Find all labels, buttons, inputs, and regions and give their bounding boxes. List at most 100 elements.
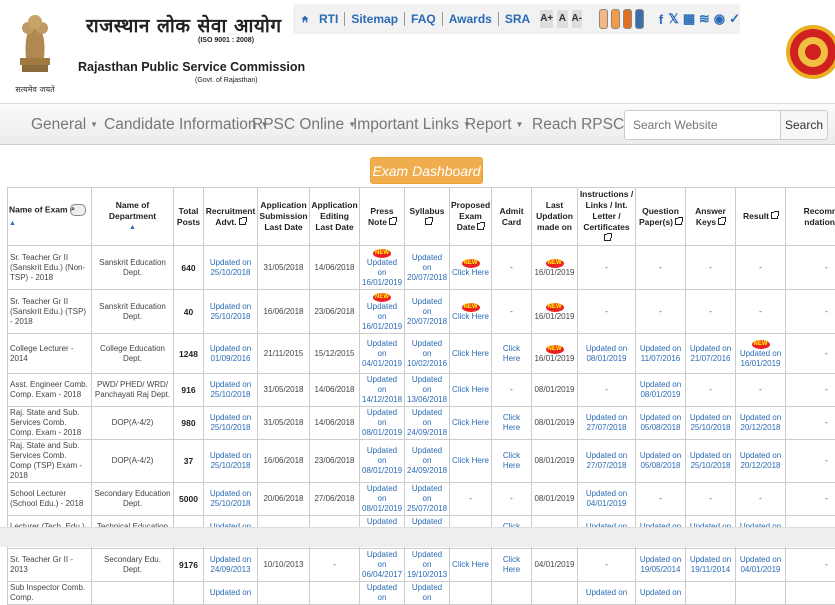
globe-icon[interactable]: ◉ (714, 11, 725, 27)
cell-link[interactable]: Updated on (640, 588, 681, 597)
sort-asc-icon[interactable]: ▲ (9, 220, 16, 227)
ashoka-emblem-icon[interactable] (12, 8, 58, 88)
cell-link[interactable]: Updated on (412, 583, 442, 602)
sitemap-link[interactable]: Sitemap (345, 12, 405, 26)
sort-asc-icon[interactable]: ▲ (93, 222, 172, 233)
cell-link[interactable]: Updated on06/04/2017 (362, 550, 402, 579)
table-cell[interactable]: Updated on (360, 582, 405, 605)
table-cell[interactable]: Updated on25/10/2018 (204, 440, 258, 483)
table-cell[interactable]: Updated on08/01/2019 (360, 407, 405, 440)
cell-link[interactable]: Updated on24/09/2018 (407, 408, 447, 437)
table-cell[interactable]: Click Here (450, 549, 492, 582)
nav-rpsc-online[interactable]: RPSC Online▼ (252, 116, 356, 134)
cell-link[interactable]: Updated on25/10/2018 (210, 258, 251, 277)
cell-link[interactable]: Updated on08/01/2019 (362, 446, 402, 475)
nav-general[interactable]: General▼ (31, 116, 98, 134)
column-header[interactable]: Name of Department▲ (92, 188, 174, 246)
external-link-icon[interactable] (604, 234, 611, 241)
table-cell[interactable]: Click Here (450, 407, 492, 440)
external-link-icon[interactable] (675, 218, 682, 225)
cell-link[interactable]: Updated on16/01/2019 (740, 349, 781, 368)
facebook-icon[interactable]: f (658, 12, 665, 27)
cell-link[interactable]: Click Here (452, 312, 489, 321)
table-cell[interactable]: NEWUpdated on16/01/2019 (736, 334, 786, 374)
search-input[interactable] (624, 110, 781, 140)
cell-link[interactable]: Updated on11/07/2016 (640, 344, 681, 363)
theme-swatch-light[interactable] (599, 9, 608, 29)
table-cell[interactable]: Updated on11/07/2016 (636, 334, 686, 374)
home-icon[interactable] (301, 12, 309, 26)
table-cell[interactable]: Updated on25/10/2018 (204, 290, 258, 334)
cell-link[interactable]: Click Here (503, 451, 520, 470)
cell-link[interactable]: Updated on25/10/2018 (210, 413, 251, 432)
cell-link[interactable]: Updated on25/10/2018 (210, 380, 251, 399)
cell-link[interactable]: Updated on27/07/2018 (586, 413, 627, 432)
cell-link[interactable]: Updated on08/01/2019 (362, 408, 402, 437)
cell-link[interactable]: Updated on16/01/2019 (362, 302, 402, 331)
table-cell[interactable]: Updated on19/05/2014 (636, 549, 686, 582)
sra-link[interactable]: SRA (499, 12, 536, 26)
cell-link[interactable]: Updated on08/01/2019 (362, 484, 402, 513)
cell-link[interactable]: Updated on21/07/2016 (690, 344, 731, 363)
cell-link[interactable]: Click Here (503, 344, 520, 363)
cell-link[interactable]: Updated on25/10/2018 (210, 489, 251, 508)
cell-link[interactable]: Updated on08/01/2019 (640, 380, 681, 399)
cell-link[interactable]: Updated on14/12/2018 (362, 375, 402, 404)
cell-link[interactable]: Updated on04/01/2019 (362, 339, 402, 368)
table-cell[interactable]: Updated on19/10/2013 (405, 549, 450, 582)
table-cell[interactable]: Updated on19/11/2014 (686, 549, 736, 582)
cell-link[interactable]: Click Here (452, 456, 489, 465)
table-cell[interactable]: Updated on25/10/2018 (204, 374, 258, 407)
cell-link[interactable]: Click Here (452, 418, 489, 427)
table-cell[interactable]: Updated on08/01/2019 (360, 483, 405, 516)
cell-link[interactable]: Click Here (503, 555, 520, 574)
table-cell[interactable]: Updated on05/08/2018 (636, 407, 686, 440)
table-cell[interactable]: NEWClick Here (450, 246, 492, 290)
cell-link[interactable]: Updated on25/07/2018 (407, 484, 447, 513)
table-cell[interactable]: Updated on10/02/2016 (405, 334, 450, 374)
table-cell[interactable]: Updated on21/07/2016 (686, 334, 736, 374)
external-link-icon[interactable] (477, 223, 484, 230)
cell-link[interactable]: Updated on13/06/2018 (407, 375, 447, 404)
search-button[interactable]: Search (780, 110, 828, 140)
pin-icon[interactable]: ✓ (729, 11, 740, 27)
faq-link[interactable]: FAQ (405, 12, 443, 26)
cell-link[interactable]: Updated on04/01/2019 (740, 555, 781, 574)
table-cell[interactable]: Updated on24/09/2013 (204, 549, 258, 582)
cell-link[interactable]: Updated on24/09/2018 (407, 446, 447, 475)
rti-link[interactable]: RTI (313, 12, 345, 26)
table-cell[interactable]: Updated on13/06/2018 (405, 374, 450, 407)
cell-link[interactable]: Updated on (210, 588, 251, 597)
nav-important-links[interactable]: Important Links▼ (353, 116, 471, 134)
table-cell[interactable]: Updated on27/07/2018 (578, 407, 636, 440)
nav-reach-rpsc[interactable]: Reach RPSC▼ (532, 116, 636, 134)
cell-link[interactable]: Updated on24/09/2013 (210, 555, 251, 574)
cell-link[interactable]: Updated on20/07/2018 (407, 253, 447, 282)
nav-candidate-information[interactable]: Candidate Information▼ (104, 116, 268, 134)
table-cell[interactable]: Click Here (450, 440, 492, 483)
table-cell[interactable]: Click Here (492, 334, 532, 374)
table-cell[interactable]: Updated on27/07/2018 (578, 440, 636, 483)
awards-link[interactable]: Awards (443, 12, 499, 26)
table-cell[interactable]: Updated on05/08/2018 (636, 440, 686, 483)
external-link-icon[interactable] (718, 218, 725, 225)
cell-link[interactable]: Updated on05/08/2018 (640, 413, 681, 432)
cell-link[interactable]: Updated on10/02/2016 (407, 339, 447, 368)
theme-swatch-blue[interactable] (635, 9, 644, 29)
table-cell[interactable]: Updated on (578, 582, 636, 605)
cell-link[interactable]: Click Here (503, 413, 520, 432)
external-link-icon[interactable] (425, 218, 432, 225)
table-cell[interactable]: Updated on25/10/2018 (686, 440, 736, 483)
table-cell[interactable]: Updated on20/12/2018 (736, 407, 786, 440)
table-cell[interactable]: Updated on20/07/2018 (405, 290, 450, 334)
cell-link[interactable]: Updated on25/10/2018 (210, 302, 251, 321)
cell-link[interactable]: Updated on20/07/2018 (407, 297, 447, 326)
cell-link[interactable]: Updated on19/05/2014 (640, 555, 681, 574)
table-cell[interactable]: Updated on14/12/2018 (360, 374, 405, 407)
cell-link[interactable]: Updated on16/01/2019 (362, 258, 402, 287)
table-cell[interactable]: Updated on25/10/2018 (204, 407, 258, 440)
cell-link[interactable]: Updated on04/01/2019 (586, 489, 627, 508)
table-cell[interactable]: Updated on (636, 582, 686, 605)
font-increase-button[interactable]: A+ (540, 10, 553, 28)
column-search-icon[interactable]: ⌕ (70, 204, 86, 216)
